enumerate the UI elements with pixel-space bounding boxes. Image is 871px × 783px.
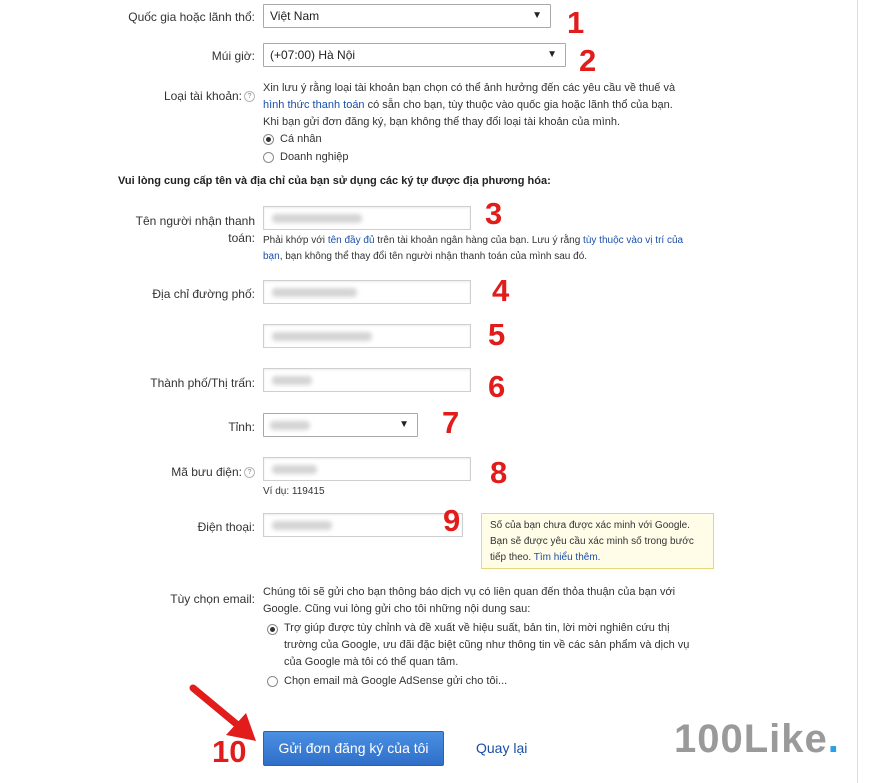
country-select[interactable]: Việt Nam ▼ [263,4,551,28]
blurred-value [272,214,362,223]
account-type-note-text1: Xin lưu ý rằng loại tài khoản bạn chọn c… [263,82,676,94]
email-option1-line3: của Google mà tôi có thể quan tâm. [284,656,459,668]
right-border [857,0,858,783]
blurred-value [272,332,372,341]
step-number-1: 1 [567,5,585,40]
phone-label: Điện thoại: [197,520,255,534]
postal-label-row: Mã bưu điện:? [100,464,255,480]
account-type-label-row: Loại tài khoản:? [90,88,255,104]
radio-email-choose[interactable] [267,676,278,687]
account-type-note-text3: Khi bạn gửi đơn đăng ký, bạn không thể t… [263,116,621,128]
blurred-value [272,376,312,385]
location-link-cont[interactable]: bạn [263,251,280,262]
learn-more-link[interactable]: Tìm hiểu thêm. [534,552,601,563]
street-line2-input[interactable] [263,324,471,348]
timezone-select[interactable]: (+07:00) Hà Nội ▼ [263,43,566,67]
location-link[interactable]: tùy thuộc vào vị trí của [583,235,683,246]
account-type-label: Loại tài khoản: [163,89,242,103]
blurred-value [272,465,317,474]
radio-individual[interactable] [263,134,274,145]
email-option1-line2: trường của Google, ưu đãi đặc biệt cũng … [284,639,690,651]
payee-hint-text3: , bạn không thể thay đổi tên người nhận … [279,251,588,262]
radio-business[interactable] [263,152,274,163]
tooltip-line3: tiếp theo. [490,552,534,563]
chevron-down-icon: ▼ [399,419,409,430]
step-number-4: 4 [492,273,510,308]
timezone-value: (+07:00) Hà Nội [270,48,356,62]
step-number-10: 10 [212,734,247,769]
timezone-label: Múi giờ: [211,49,255,63]
province-select[interactable]: ▼ [263,413,418,437]
submit-application-button[interactable]: Gửi đơn đăng ký của tôi [263,731,444,766]
brand-dot: . [827,717,840,761]
tooltip-line2: Bạn sẽ được yêu cầu xác minh số trong bư… [490,536,694,547]
chevron-down-icon: ▼ [547,49,557,60]
payee-name-label-line1: Tên người nhận thanh [135,214,255,228]
step-number-7: 7 [442,405,460,440]
province-label: Tỉnh: [228,420,255,434]
payee-name-label-line2: toán: [228,231,255,245]
payee-name-label: Tên người nhận thanh toán: [100,213,255,247]
full-name-link[interactable]: tên đầy đủ [328,235,375,246]
step-number-5: 5 [488,317,506,352]
phone-verification-tooltip: Số của bạn chưa được xác minh với Google… [481,513,714,569]
section-heading: Vui lòng cung cấp tên và địa chỉ của bạn… [118,175,551,187]
radio-email-all-label: Trợ giúp được tùy chỉnh và đề xuất về hi… [284,620,739,671]
postal-label: Mã bưu điện: [171,465,242,479]
email-option1-line1: Trợ giúp được tùy chỉnh và đề xuất về hi… [284,622,670,634]
step-number-2: 2 [579,43,597,78]
blurred-value [272,288,357,297]
email-options-intro: Chúng tôi sẽ gửi cho bạn thông báo dịch … [263,584,733,618]
account-type-note: Xin lưu ý rằng loại tài khoản bạn chọn c… [263,80,733,131]
phone-input[interactable] [263,513,463,537]
help-icon[interactable]: ? [244,467,255,479]
payment-methods-link[interactable]: hình thức thanh toán [263,99,365,111]
radio-email-all[interactable] [267,624,278,635]
payee-name-hint: Phải khớp với tên đầy đủ trên tài khoản … [263,233,723,265]
street-line1-input[interactable] [263,280,471,304]
step-number-6: 6 [488,369,506,404]
country-value: Việt Nam [270,9,320,23]
radio-email-choose-label: Chọn email mà Google AdSense gửi cho tôi… [284,675,508,687]
country-label: Quốc gia hoặc lãnh thổ: [128,10,255,24]
radio-individual-label: Cá nhân [280,133,322,145]
city-input[interactable] [263,368,471,392]
blurred-value [272,521,332,530]
help-icon[interactable]: ? [244,91,255,103]
step-number-8: 8 [490,455,508,490]
step-number-9: 9 [443,503,461,538]
street-label: Địa chỉ đường phố: [152,287,255,301]
postal-example: Ví dụ: 119415 [263,486,325,497]
payee-name-input[interactable] [263,206,471,230]
brand-watermark: 100Like. [674,715,840,763]
postal-input[interactable] [263,457,471,481]
chevron-down-icon: ▼ [532,10,542,21]
step-number-3: 3 [485,196,503,231]
blurred-value [270,421,310,430]
email-intro-line2: Google. Cũng vui lòng gửi cho tôi những … [263,603,531,615]
tooltip-line1: Số của bạn chưa được xác minh với Google… [490,520,690,531]
radio-business-label: Doanh nghiệp [280,151,349,163]
payee-hint-text1: Phải khớp với [263,235,328,246]
payee-hint-text2: trên tài khoản ngân hàng của bạn. Lưu ý … [374,235,584,246]
email-options-label: Tùy chọn email: [170,592,255,606]
email-intro-line1: Chúng tôi sẽ gửi cho bạn thông báo dịch … [263,586,676,598]
brand-text: 100Like [674,717,828,761]
account-type-note-text2: có sẵn cho bạn, tùy thuộc vào quốc gia h… [364,99,673,111]
back-link[interactable]: Quay lại [476,740,527,756]
city-label: Thành phố/Thị trấn: [150,376,255,390]
